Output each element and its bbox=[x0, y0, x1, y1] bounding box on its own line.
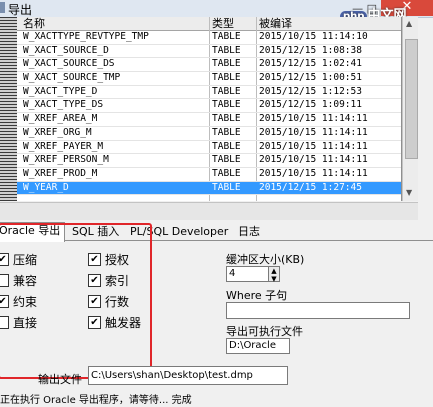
option-rows[interactable]: ✔ 行数 bbox=[88, 293, 129, 310]
table-row[interactable]: W_XREF_ORG_M TABLE 2015/10/15 11:14:11 bbox=[17, 127, 401, 141]
cell-name: W_XACT_SOURCE_DS bbox=[23, 58, 115, 70]
cell-compiled: 2015/10/15 11:14:11 bbox=[259, 126, 368, 138]
checkbox-icon[interactable]: ✔ bbox=[88, 253, 101, 266]
cell-name: W_XREF_PROD_M bbox=[23, 167, 98, 179]
cell-type: TABLE bbox=[212, 58, 241, 70]
table-row[interactable]: W_XACT_SOURCE_DS TABLE 2015/12/15 1:02:41 bbox=[17, 58, 401, 73]
option-direct[interactable]: 直接 bbox=[0, 314, 37, 331]
cell-compiled: 2015/10/15 11:14:11 bbox=[259, 167, 368, 179]
checkbox-icon[interactable]: ✔ bbox=[0, 253, 9, 266]
checkbox-icon[interactable]: ✔ bbox=[88, 316, 101, 329]
cell-type: TABLE bbox=[212, 99, 241, 111]
cell-compiled: 2015/10/15 11:14:11 bbox=[259, 113, 368, 125]
app-icon bbox=[0, 2, 5, 13]
scroll-up-icon[interactable]: ▲ bbox=[406, 19, 412, 28]
output-file-input[interactable]: C:\Users\shan\Desktop\test.dmp bbox=[88, 366, 288, 385]
cell-type: TABLE bbox=[212, 126, 241, 138]
row-selector-gutter[interactable] bbox=[0, 17, 17, 201]
table-row[interactable]: W_XACTTYPE_REVTYPE_TMP TABLE 2015/10/15 11… bbox=[17, 31, 401, 45]
table-row[interactable]: W_XREF_PERSON_M TABLE 2015/10/15 11:14:11 bbox=[17, 154, 401, 168]
cell-name: W_XACTTYPE_REVTYPE_TMP bbox=[23, 31, 149, 42]
cell-compiled: 2015/10/15 11:14:11 bbox=[259, 140, 368, 152]
option-indexes[interactable]: ✔ 索引 bbox=[88, 272, 129, 289]
cell-name: W_XREF_AREA_M bbox=[23, 113, 98, 125]
cell-type: TABLE bbox=[212, 140, 241, 152]
exporter-label: 导出可执行文件 bbox=[226, 325, 303, 338]
cell-name: W_YEAR_D bbox=[23, 181, 69, 193]
column-header-compiled[interactable]: 被编译 bbox=[259, 17, 292, 30]
option-triggers[interactable]: ✔ 触发器 bbox=[88, 314, 141, 331]
table-row[interactable]: W_XREF_PROD_M TABLE 2015/10/15 11:14:11 bbox=[17, 168, 401, 182]
horizontal-scrollbar[interactable] bbox=[0, 202, 418, 220]
cell-name: W_XREF_ORG_M bbox=[23, 126, 92, 138]
column-header-type[interactable]: 类型 bbox=[212, 17, 234, 30]
table-row[interactable]: W_XACT_SOURCE_TMP TABLE 2015/12/15 1:00:51 bbox=[17, 72, 401, 86]
cell-name: W_XACT_TYPE_D bbox=[23, 85, 98, 97]
cell-compiled: 2015/10/15 11:14:10 bbox=[259, 31, 368, 42]
table-row[interactable]: W_XREF_AREA_M TABLE 2015/10/15 11:14:11 bbox=[17, 113, 401, 127]
spinner-icon[interactable]: ▲ ▼ bbox=[268, 266, 280, 283]
cell-name: W_XACT_TYPE_DS bbox=[23, 99, 104, 111]
cell-name: W_XREF_PERSON_M bbox=[23, 154, 109, 166]
where-clause-label: Where 子句 bbox=[226, 289, 288, 302]
output-file-label: 输出文件 bbox=[38, 373, 82, 386]
cell-compiled: 2015/12/15 1:12:53 bbox=[259, 85, 362, 97]
cell-type: TABLE bbox=[212, 113, 241, 125]
cell-compiled: 2015/10/15 11:14:11 bbox=[259, 154, 368, 166]
exporter-path-input[interactable]: D:\Oracle bbox=[226, 338, 290, 354]
cell-compiled: 2015/12/15 1:27:45 bbox=[259, 181, 362, 193]
table-row[interactable]: W_XACT_SOURCE_D TABLE 2015/12/15 1:08:38 bbox=[17, 45, 401, 59]
cell-compiled: 2015/12/15 1:08:38 bbox=[259, 44, 362, 56]
cell-name: W_XACT_SOURCE_TMP bbox=[23, 72, 121, 84]
cell-type: TABLE bbox=[212, 181, 241, 193]
option-compress[interactable]: ✔ 压缩 bbox=[0, 251, 37, 268]
table-row[interactable]: W_YEAR_D TABLE 2015/12/15 1:27:45 bbox=[17, 181, 401, 196]
object-list[interactable]: 名称 类型 被编译 W_XACTTYPE_REVTYPE_TMP TABLE 201… bbox=[0, 17, 402, 201]
checkbox-icon[interactable] bbox=[0, 316, 9, 329]
cell-compiled: 2015/12/15 1:09:11 bbox=[259, 99, 362, 111]
option-constraints[interactable]: ✔ 约束 bbox=[0, 293, 37, 310]
status-bar: 正在执行 Oracle 导出程序，请等待... 完成 bbox=[0, 394, 433, 407]
export-options-panel: ✔ 压缩 兼容 ✔ 约束 直接 ✔ 授权 ✔ 索引 ✔ 行数 ✔ 触发器 缓冲区… bbox=[0, 223, 433, 407]
buffer-size-input[interactable]: 4 bbox=[226, 266, 270, 282]
cell-type: TABLE bbox=[212, 167, 241, 179]
tab-log[interactable]: 日志 bbox=[234, 224, 264, 240]
scroll-thumb[interactable] bbox=[405, 39, 418, 159]
checkbox-icon[interactable]: ✔ bbox=[88, 274, 101, 287]
cell-type: TABLE bbox=[212, 154, 241, 166]
cell-type: TABLE bbox=[212, 44, 241, 56]
cell-type: TABLE bbox=[212, 72, 241, 84]
where-clause-input[interactable] bbox=[226, 302, 410, 319]
cell-name: W_XREF_PAYER_M bbox=[23, 140, 104, 152]
cell-name: W_XACT_SOURCE_D bbox=[23, 44, 109, 56]
vertical-scrollbar[interactable]: ▲ ▼ bbox=[402, 17, 418, 201]
checkbox-icon[interactable] bbox=[0, 274, 9, 287]
cell-compiled: 2015/12/15 1:00:51 bbox=[259, 72, 362, 84]
title-bar: 导出 — □ ✕ php中文网 bbox=[0, 0, 433, 23]
option-compatible[interactable]: 兼容 bbox=[0, 272, 37, 289]
cell-type: TABLE bbox=[212, 31, 241, 42]
table-row[interactable]: W_XACT_TYPE_DS TABLE 2015/12/15 1:09:11 bbox=[17, 99, 401, 114]
checkbox-icon[interactable]: ✔ bbox=[0, 295, 9, 308]
checkbox-icon[interactable]: ✔ bbox=[88, 295, 101, 308]
window-title: 导出 bbox=[8, 3, 33, 17]
option-grants[interactable]: ✔ 授权 bbox=[88, 251, 129, 268]
table-row[interactable]: W_XACT_TYPE_D TABLE 2015/12/15 1:12:53 bbox=[17, 86, 401, 100]
scroll-down-icon[interactable]: ▼ bbox=[406, 188, 412, 197]
column-header-name[interactable]: 名称 bbox=[23, 17, 45, 30]
buffer-size-label: 缓冲区大小(KB) bbox=[226, 253, 305, 266]
table-row[interactable]: W_XREF_PAYER_M TABLE 2015/10/15 11:14:11 bbox=[17, 141, 401, 155]
cell-compiled: 2015/12/15 1:02:41 bbox=[259, 58, 362, 70]
cell-type: TABLE bbox=[212, 85, 241, 97]
